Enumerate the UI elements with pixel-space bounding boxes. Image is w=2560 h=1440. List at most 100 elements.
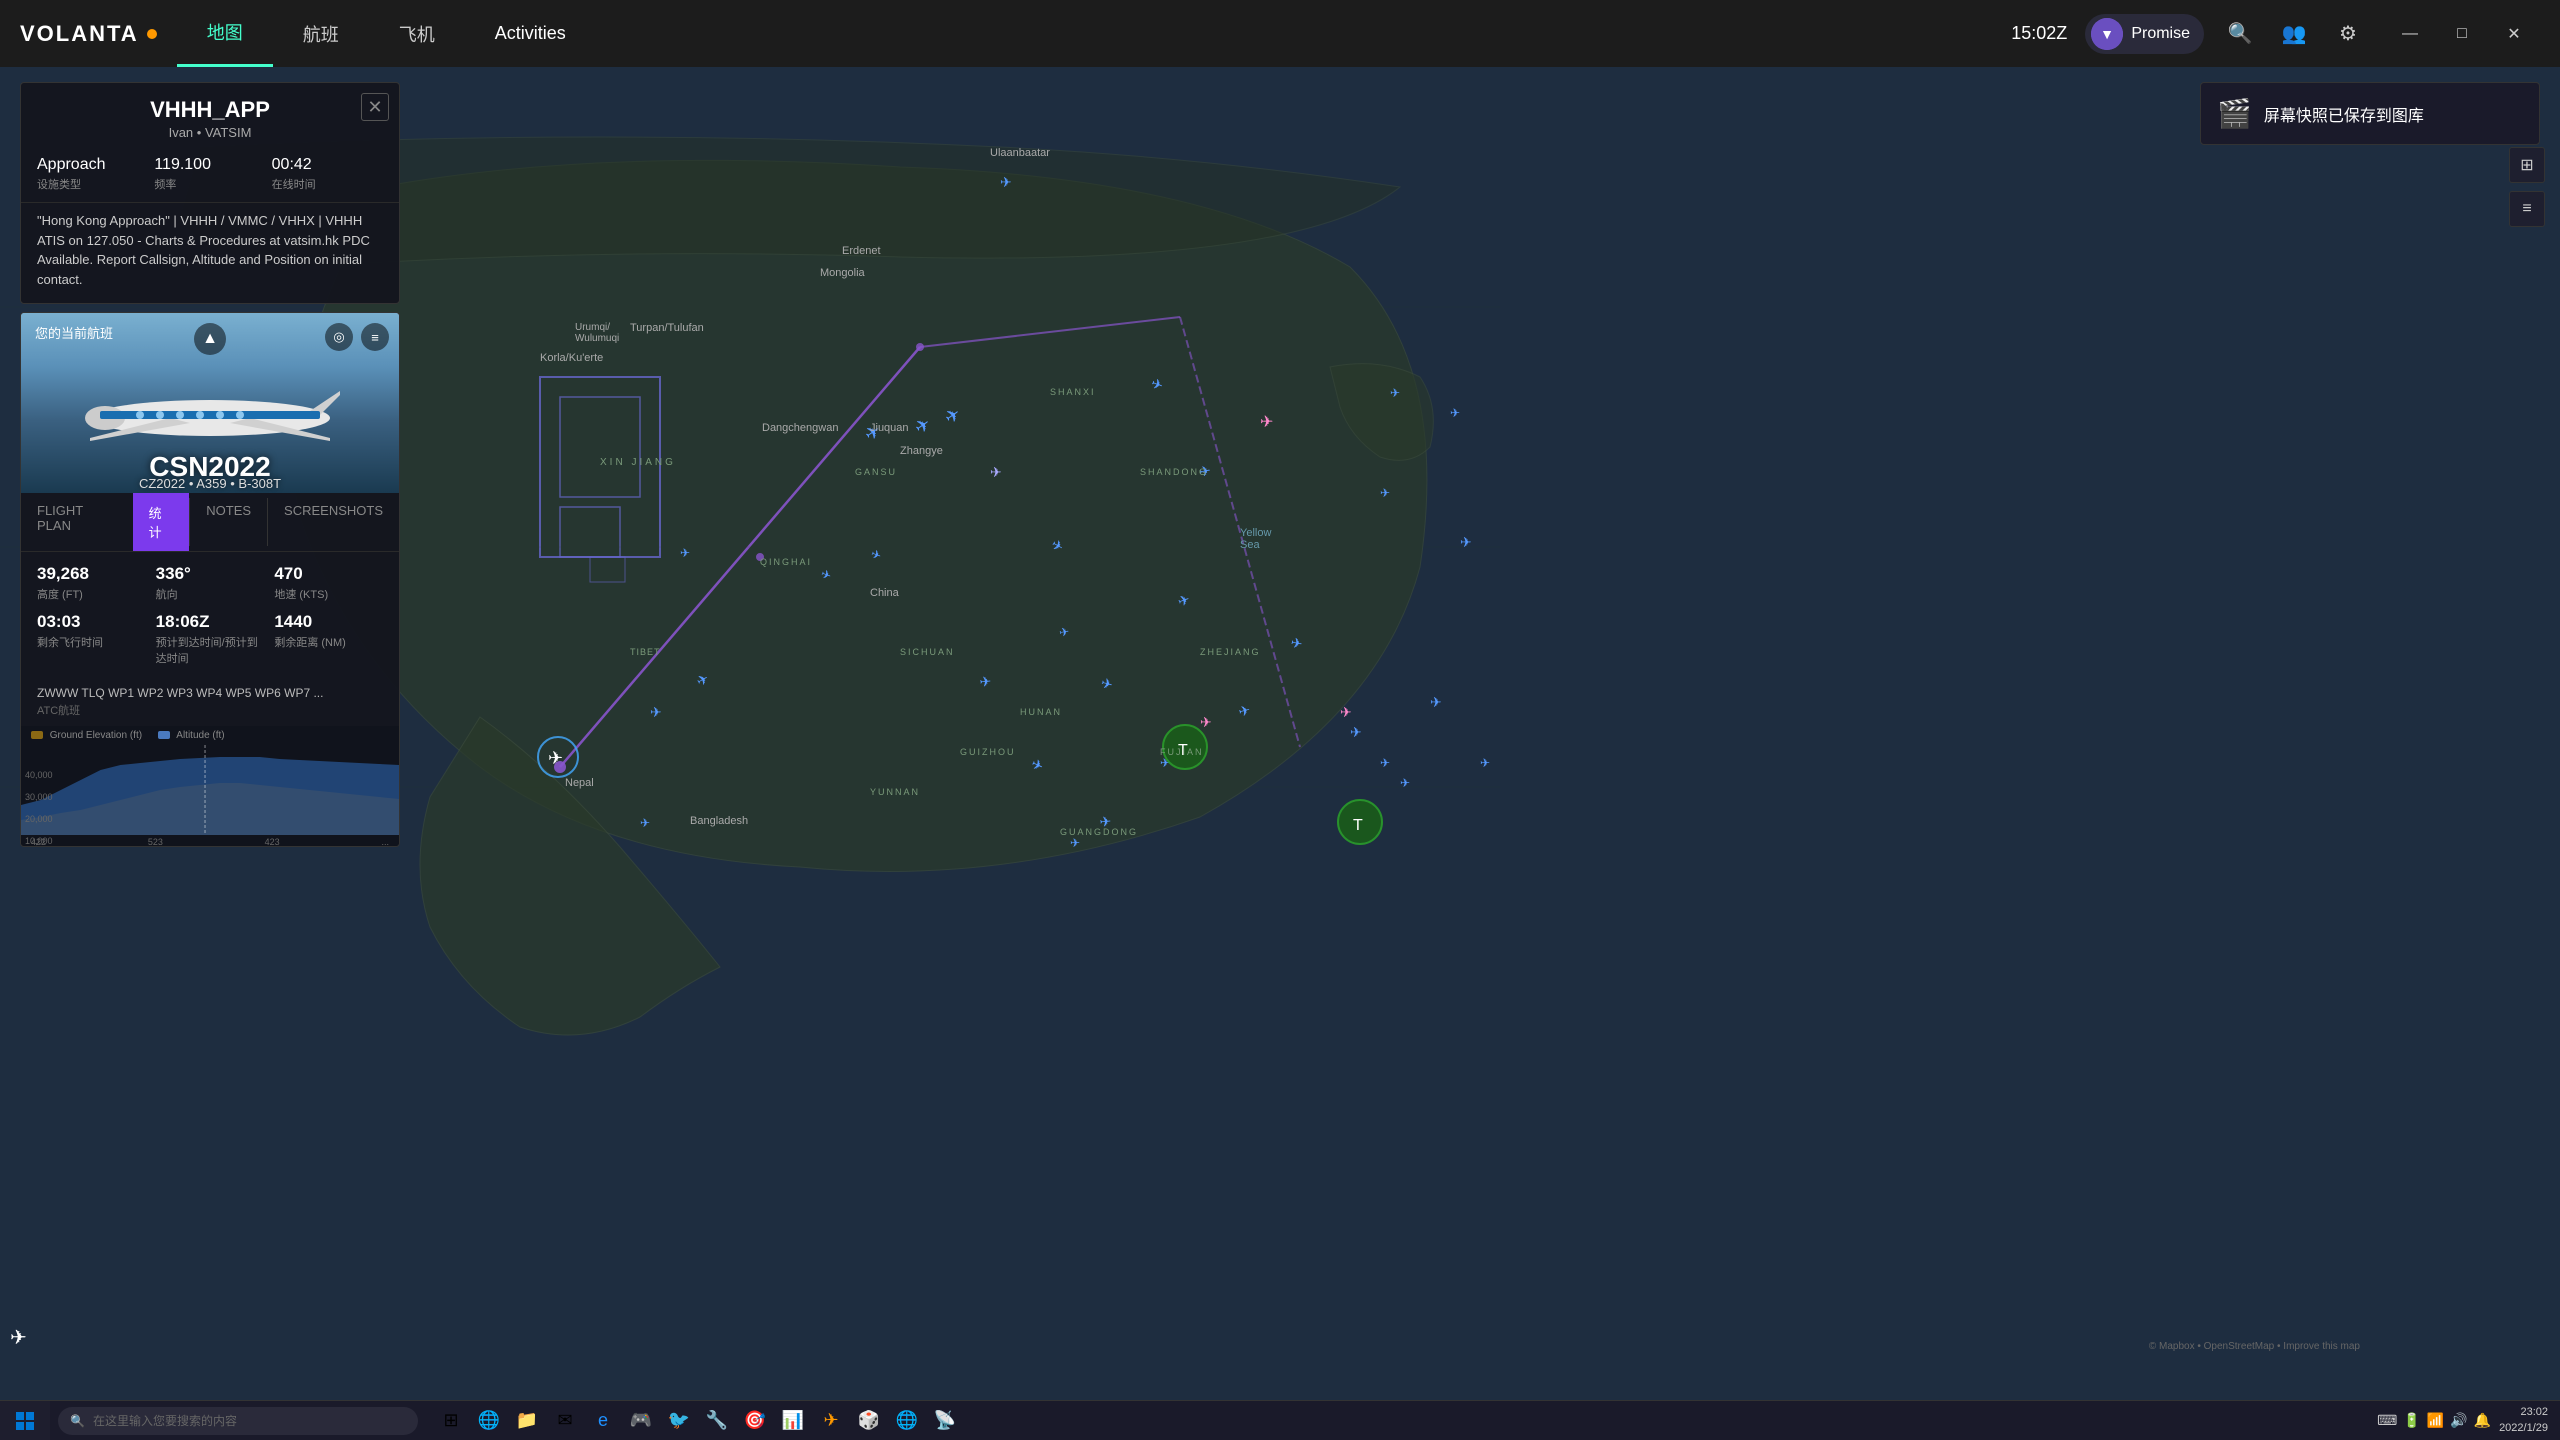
atc-header: VHHH_APP Ivan • VATSIM ✕	[21, 83, 399, 146]
map-label-shanxi: SHANXI	[1050, 387, 1096, 397]
user-name: Promise	[2131, 25, 2190, 43]
atc-time-field: 00:42 在线时间	[272, 156, 383, 192]
map-label-korla: Korla/Ku'erte	[540, 352, 603, 364]
taskview-button[interactable]: ⊞	[434, 1404, 468, 1438]
map-label-bangladesh: Bangladesh	[690, 815, 748, 827]
taskbar-right: ⌨ 🔋 📶 🔊 🔔 23:02 2022/1/29	[2365, 1405, 2560, 1436]
map-label-gansu: GANSU	[855, 467, 897, 477]
nav-map[interactable]: 地图	[177, 0, 273, 67]
time-display: 15:02Z	[2011, 23, 2067, 44]
map-controls: ⊞ ≡	[2509, 147, 2545, 227]
map-label-zhejiang: ZHEJIANG	[1200, 647, 1261, 657]
svg-text:✈: ✈	[680, 546, 690, 560]
svg-text:✈: ✈	[1340, 704, 1352, 720]
app4-icon[interactable]: 📊	[776, 1404, 810, 1438]
svg-text:✈: ✈	[1350, 724, 1362, 740]
screenshot-notification: 🎬 屏幕快照已保存到图库	[2200, 82, 2540, 145]
explorer-icon[interactable]: 📁	[510, 1404, 544, 1438]
svg-text:✈: ✈	[548, 748, 563, 768]
legend-ground: Ground Elevation (ft)	[31, 730, 142, 741]
atc-freq-field: 119.100 频率	[154, 156, 265, 192]
svg-text:✈: ✈	[1450, 406, 1460, 420]
svg-text:✈: ✈	[1400, 776, 1410, 790]
svg-text:✈: ✈	[1480, 756, 1490, 770]
nav-plane[interactable]: 飞机	[369, 0, 465, 67]
ie-icon[interactable]: e	[586, 1404, 620, 1438]
tab-stats[interactable]: 统计	[133, 493, 190, 551]
tab-flight-plan[interactable]: FLIGHT PLAN	[21, 493, 133, 551]
map-label-erdenet: Erdenet	[842, 245, 881, 257]
map-container[interactable]: ✈ ✈ ✈ ✈ ✈ ✈ ✈ ✈ ✈ ✈ ✈ ✈ ✈ ✈ ✈ ✈ ✈ ✈ ✈ ✈ …	[0, 67, 2560, 1400]
tray-notification: 🔔	[2474, 1412, 2491, 1429]
map-label-turpan: Turpan/Tulufan	[630, 322, 704, 334]
search-icon: 🔍	[70, 1414, 85, 1428]
users-button[interactable]: 👥	[2276, 16, 2312, 52]
stat-remaining-time: 03:03 剩余飞行时间	[37, 612, 146, 666]
start-button[interactable]	[0, 1401, 50, 1440]
map-label-zhangye: Zhangye	[900, 445, 943, 457]
app6-icon[interactable]: 🌐	[890, 1404, 924, 1438]
app2-icon[interactable]: 🔧	[700, 1404, 734, 1438]
stat-heading: 336° 航向	[156, 564, 265, 602]
map-label-urumqi: Urumqi/Wulumuqi	[575, 322, 619, 344]
stat-eta: 18:06Z 预计到达时间/预计到达时间	[156, 612, 265, 666]
legend-ground-dot	[31, 731, 43, 739]
mail-icon[interactable]: ✉	[548, 1404, 582, 1438]
flight-panel-collapse-button[interactable]: ▲	[194, 323, 226, 355]
screenshot-text: 屏幕快照已保存到图库	[2264, 102, 2424, 126]
steam-icon[interactable]: 🎮	[624, 1404, 658, 1438]
mode-icon[interactable]: ✈	[10, 1325, 27, 1350]
legend-altitude-dot	[158, 731, 170, 739]
atc-close-button[interactable]: ✕	[361, 93, 389, 121]
elevation-chart-svg	[21, 745, 399, 835]
window-controls: — □ ✕	[2384, 0, 2540, 67]
svg-text:✈: ✈	[979, 673, 992, 690]
volanta-taskbar-icon[interactable]: ✈	[814, 1404, 848, 1438]
chart-area: 40,000 30,000 20,000 10,000	[21, 745, 399, 835]
taskbar-search[interactable]: 🔍 在这里输入您要搜索的内容	[58, 1407, 418, 1435]
legend-altitude: Altitude (ft)	[158, 730, 225, 741]
nav-flight[interactable]: 航班	[273, 0, 369, 67]
close-button[interactable]: ✕	[2488, 0, 2540, 67]
app3-icon[interactable]: 🎯	[738, 1404, 772, 1438]
search-button[interactable]: 🔍	[2222, 16, 2258, 52]
app7-icon[interactable]: 📡	[928, 1404, 962, 1438]
map-label-jiuquan: Jiuquan	[870, 422, 909, 434]
map-label-ulaanbaatar: Ulaanbaatar	[990, 147, 1050, 159]
map-label-guizhou: GUIZHOU	[960, 747, 1016, 757]
taskbar: 🔍 在这里输入您要搜索的内容 ⊞ 🌐 📁 ✉ e 🎮 🐦 🔧 🎯 📊 ✈ 🎲 🌐…	[0, 1400, 2560, 1440]
svg-text:✈: ✈	[640, 816, 650, 830]
taskbar-icons: ⊞ 🌐 📁 ✉ e 🎮 🐦 🔧 🎯 📊 ✈ 🎲 🌐 📡	[426, 1404, 2365, 1438]
minimize-button[interactable]: —	[2384, 0, 2436, 67]
stat-speed: 470 地速 (KTS)	[274, 564, 383, 602]
app1-icon[interactable]: 🐦	[662, 1404, 696, 1438]
flight-subtitle: CZ2022 • A359 • B-308T	[21, 476, 399, 493]
atc-description: "Hong Kong Approach" | VHHH / VMMC / VHH…	[21, 202, 399, 303]
tab-screenshots[interactable]: SCREENSHOTS	[268, 493, 399, 551]
chart-bottom-labels: 422 523 423 ...	[21, 835, 399, 847]
flight-nav-icon[interactable]: ◎	[325, 323, 353, 351]
stat-remaining-nm: 1440 剩余距离 (NM)	[274, 612, 383, 666]
app5-icon[interactable]: 🎲	[852, 1404, 886, 1438]
edge-icon[interactable]: 🌐	[472, 1404, 506, 1438]
map-label-shandong: SHANDONG	[1140, 467, 1208, 477]
user-badge[interactable]: ▼ Promise	[2085, 14, 2204, 54]
maximize-button[interactable]: □	[2436, 0, 2488, 67]
map-label-hunan: HUNAN	[1020, 707, 1062, 717]
settings-button[interactable]: ⚙	[2330, 16, 2366, 52]
tray-keyboard: ⌨	[2377, 1412, 2397, 1429]
chart-legend: Ground Elevation (ft) Altitude (ft)	[21, 726, 399, 745]
tab-notes[interactable]: NOTES	[190, 493, 267, 551]
flight-menu-icon[interactable]: ≡	[361, 323, 389, 351]
atc-callsign: VHHH_APP	[37, 97, 383, 123]
svg-text:✈: ✈	[650, 704, 662, 720]
svg-text:▼: ▼	[2100, 26, 2114, 42]
map-grid-button[interactable]: ⊞	[2509, 147, 2545, 183]
atc-type-field: Approach 设施类型	[37, 156, 148, 192]
chart-y-labels: 40,000 30,000 20,000 10,000	[25, 770, 53, 846]
map-label-yellow-sea: YellowSea	[1240, 527, 1271, 551]
stat-altitude: 39,268 高度 (FT)	[37, 564, 146, 602]
nav-activities[interactable]: Activities	[465, 0, 596, 67]
map-layer-button[interactable]: ≡	[2509, 191, 2545, 227]
logo-text: VOLANTA	[20, 21, 139, 47]
